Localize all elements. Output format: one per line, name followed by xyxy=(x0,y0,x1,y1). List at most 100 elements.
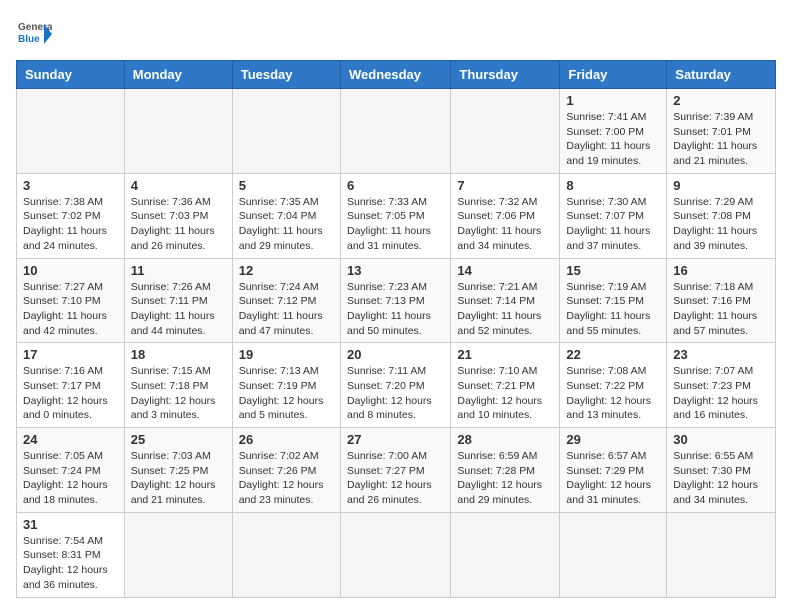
day-info: Sunrise: 7:10 AM Sunset: 7:21 PM Dayligh… xyxy=(457,364,553,423)
day-info: Sunrise: 7:35 AM Sunset: 7:04 PM Dayligh… xyxy=(239,195,334,254)
day-number: 3 xyxy=(23,178,118,193)
day-number: 10 xyxy=(23,263,118,278)
day-number: 20 xyxy=(347,347,444,362)
day-number: 16 xyxy=(673,263,769,278)
day-info: Sunrise: 7:21 AM Sunset: 7:14 PM Dayligh… xyxy=(457,280,553,339)
day-number: 31 xyxy=(23,517,118,532)
calendar-cell: 1Sunrise: 7:41 AM Sunset: 7:00 PM Daylig… xyxy=(560,89,667,174)
calendar-week-2: 3Sunrise: 7:38 AM Sunset: 7:02 PM Daylig… xyxy=(17,173,776,258)
day-header-thursday: Thursday xyxy=(451,61,560,89)
day-number: 21 xyxy=(457,347,553,362)
calendar-cell: 5 Sunrise: 7:35 AM Sunset: 7:04 PM Daylig… xyxy=(232,173,340,258)
calendar-cell: 31 Sunrise: 7:54 AM Sunset: 8:31 PM Dayli… xyxy=(17,512,125,597)
day-info: Sunrise: 7:29 AM Sunset: 7:08 PM Dayligh… xyxy=(673,195,769,254)
day-number: 14 xyxy=(457,263,553,278)
day-number: 22 xyxy=(566,347,660,362)
day-number: 5 xyxy=(239,178,334,193)
day-info: Sunrise: 7:11 AM Sunset: 7:20 PM Dayligh… xyxy=(347,364,444,423)
calendar-cell: 8 Sunrise: 7:30 AM Sunset: 7:07 PM Daylig… xyxy=(560,173,667,258)
day-info: Sunrise: 7:23 AM Sunset: 7:13 PM Dayligh… xyxy=(347,280,444,339)
calendar-cell xyxy=(667,512,776,597)
calendar-cell: 7 Sunrise: 7:32 AM Sunset: 7:06 PM Daylig… xyxy=(451,173,560,258)
day-info: Sunrise: 7:05 AM Sunset: 7:24 PM Dayligh… xyxy=(23,449,118,508)
calendar-cell: 16 Sunrise: 7:18 AM Sunset: 7:16 PM Dayli… xyxy=(667,258,776,343)
calendar-cell xyxy=(124,512,232,597)
day-number: 26 xyxy=(239,432,334,447)
day-info: Sunrise: 7:32 AM Sunset: 7:06 PM Dayligh… xyxy=(457,195,553,254)
calendar-cell xyxy=(124,89,232,174)
calendar-cell xyxy=(232,512,340,597)
calendar-cell: 22 Sunrise: 7:08 AM Sunset: 7:22 PM Dayli… xyxy=(560,343,667,428)
calendar-week-5: 24 Sunrise: 7:05 AM Sunset: 7:24 PM Dayli… xyxy=(17,428,776,513)
day-number: 24 xyxy=(23,432,118,447)
day-number: 18 xyxy=(131,347,226,362)
calendar-cell: 28 Sunrise: 6:59 AM Sunset: 7:28 PM Dayli… xyxy=(451,428,560,513)
calendar-cell: 20 Sunrise: 7:11 AM Sunset: 7:20 PM Dayli… xyxy=(340,343,450,428)
day-number: 11 xyxy=(131,263,226,278)
calendar-cell: 18Sunrise: 7:15 AM Sunset: 7:18 PM Dayli… xyxy=(124,343,232,428)
day-info: Sunrise: 7:00 AM Sunset: 7:27 PM Dayligh… xyxy=(347,449,444,508)
day-info: Sunrise: 7:08 AM Sunset: 7:22 PM Dayligh… xyxy=(566,364,660,423)
day-number: 13 xyxy=(347,263,444,278)
header: General Blue xyxy=(16,16,776,52)
calendar-cell xyxy=(451,89,560,174)
day-info: Sunrise: 7:24 AM Sunset: 7:12 PM Dayligh… xyxy=(239,280,334,339)
day-number: 27 xyxy=(347,432,444,447)
day-number: 4 xyxy=(131,178,226,193)
day-info: Sunrise: 7:41 AM Sunset: 7:00 PM Dayligh… xyxy=(566,110,660,169)
day-number: 28 xyxy=(457,432,553,447)
day-number: 8 xyxy=(566,178,660,193)
day-info: Sunrise: 6:59 AM Sunset: 7:28 PM Dayligh… xyxy=(457,449,553,508)
calendar-cell: 30 Sunrise: 6:55 AM Sunset: 7:30 PM Dayli… xyxy=(667,428,776,513)
calendar-cell: 27 Sunrise: 7:00 AM Sunset: 7:27 PM Dayli… xyxy=(340,428,450,513)
day-info: Sunrise: 7:03 AM Sunset: 7:25 PM Dayligh… xyxy=(131,449,226,508)
day-info: Sunrise: 6:55 AM Sunset: 7:30 PM Dayligh… xyxy=(673,449,769,508)
svg-text:Blue: Blue xyxy=(18,34,40,45)
calendar-cell: 9 Sunrise: 7:29 AM Sunset: 7:08 PM Daylig… xyxy=(667,173,776,258)
day-header-wednesday: Wednesday xyxy=(340,61,450,89)
calendar-cell xyxy=(451,512,560,597)
day-number: 9 xyxy=(673,178,769,193)
logo: General Blue xyxy=(16,16,52,52)
day-info: Sunrise: 7:33 AM Sunset: 7:05 PM Dayligh… xyxy=(347,195,444,254)
day-number: 15 xyxy=(566,263,660,278)
calendar-week-3: 10 Sunrise: 7:27 AM Sunset: 7:10 PM Dayli… xyxy=(17,258,776,343)
day-info: Sunrise: 7:30 AM Sunset: 7:07 PM Dayligh… xyxy=(566,195,660,254)
calendar-cell: 11 Sunrise: 7:26 AM Sunset: 7:11 PM Dayli… xyxy=(124,258,232,343)
day-header-friday: Friday xyxy=(560,61,667,89)
calendar-cell: 26 Sunrise: 7:02 AM Sunset: 7:26 PM Dayli… xyxy=(232,428,340,513)
day-info: Sunrise: 7:13 AM Sunset: 7:19 PM Dayligh… xyxy=(239,364,334,423)
day-info: Sunrise: 6:57 AM Sunset: 7:29 PM Dayligh… xyxy=(566,449,660,508)
calendar-cell: 2Sunrise: 7:39 AM Sunset: 7:01 PM Daylig… xyxy=(667,89,776,174)
calendar-cell: 6 Sunrise: 7:33 AM Sunset: 7:05 PM Daylig… xyxy=(340,173,450,258)
day-number: 30 xyxy=(673,432,769,447)
calendar-cell: 21 Sunrise: 7:10 AM Sunset: 7:21 PM Dayli… xyxy=(451,343,560,428)
calendar-cell: 3Sunrise: 7:38 AM Sunset: 7:02 PM Daylig… xyxy=(17,173,125,258)
day-info: Sunrise: 7:16 AM Sunset: 7:17 PM Dayligh… xyxy=(23,364,118,423)
day-header-tuesday: Tuesday xyxy=(232,61,340,89)
calendar-cell: 10 Sunrise: 7:27 AM Sunset: 7:10 PM Dayli… xyxy=(17,258,125,343)
calendar-cell: 12Sunrise: 7:24 AM Sunset: 7:12 PM Dayli… xyxy=(232,258,340,343)
day-number: 29 xyxy=(566,432,660,447)
calendar-week-4: 17Sunrise: 7:16 AM Sunset: 7:17 PM Dayli… xyxy=(17,343,776,428)
day-number: 7 xyxy=(457,178,553,193)
day-info: Sunrise: 7:36 AM Sunset: 7:03 PM Dayligh… xyxy=(131,195,226,254)
calendar-week-1: 1Sunrise: 7:41 AM Sunset: 7:00 PM Daylig… xyxy=(17,89,776,174)
day-info: Sunrise: 7:27 AM Sunset: 7:10 PM Dayligh… xyxy=(23,280,118,339)
calendar-cell xyxy=(340,512,450,597)
calendar-week-6: 31 Sunrise: 7:54 AM Sunset: 8:31 PM Dayli… xyxy=(17,512,776,597)
calendar-cell: 13 Sunrise: 7:23 AM Sunset: 7:13 PM Dayli… xyxy=(340,258,450,343)
calendar-cell: 14 Sunrise: 7:21 AM Sunset: 7:14 PM Dayli… xyxy=(451,258,560,343)
day-info: Sunrise: 7:54 AM Sunset: 8:31 PM Dayligh… xyxy=(23,534,118,593)
day-info: Sunrise: 7:07 AM Sunset: 7:23 PM Dayligh… xyxy=(673,364,769,423)
calendar-cell: 25Sunrise: 7:03 AM Sunset: 7:25 PM Dayli… xyxy=(124,428,232,513)
day-number: 6 xyxy=(347,178,444,193)
calendar-cell xyxy=(232,89,340,174)
day-info: Sunrise: 7:19 AM Sunset: 7:15 PM Dayligh… xyxy=(566,280,660,339)
day-info: Sunrise: 7:18 AM Sunset: 7:16 PM Dayligh… xyxy=(673,280,769,339)
day-header-saturday: Saturday xyxy=(667,61,776,89)
day-header-monday: Monday xyxy=(124,61,232,89)
day-info: Sunrise: 7:26 AM Sunset: 7:11 PM Dayligh… xyxy=(131,280,226,339)
day-info: Sunrise: 7:02 AM Sunset: 7:26 PM Dayligh… xyxy=(239,449,334,508)
calendar-header-row: SundayMondayTuesdayWednesdayThursdayFrid… xyxy=(17,61,776,89)
